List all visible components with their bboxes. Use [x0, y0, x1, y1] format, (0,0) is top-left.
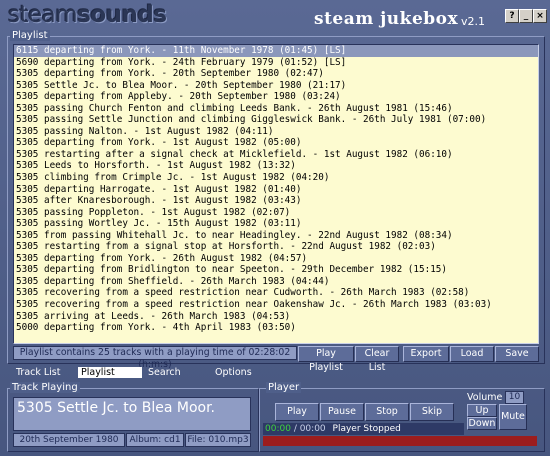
- volume-value: 10: [505, 391, 524, 404]
- load-button[interactable]: Load: [450, 346, 494, 362]
- playlist-item[interactable]: 5305 passing Wortley Jc. - 15th August 1…: [14, 218, 538, 230]
- clear-list-button[interactable]: Clear List: [355, 346, 399, 373]
- playlist-item[interactable]: 5305 departing from Appleby. - 20th Sept…: [14, 91, 538, 103]
- tab-search[interactable]: Search: [145, 367, 204, 378]
- save-button[interactable]: Save: [495, 346, 539, 362]
- time-status-bar: 00:00 / 00:00 Player Stopped: [263, 423, 464, 435]
- track-title: 5305 Settle Jc. to Blea Moor.: [17, 400, 216, 416]
- playlist-item[interactable]: 5305 arriving at Leeds. - 26th March 198…: [14, 311, 538, 323]
- time-elapsed: 00:00: [265, 424, 291, 434]
- stop-button[interactable]: Stop: [365, 403, 409, 421]
- skip-button[interactable]: Skip: [410, 403, 454, 421]
- playlist-item[interactable]: 5305 recovering from a speed restriction…: [14, 299, 538, 311]
- track-album: Album: cd1: [126, 433, 184, 447]
- playlist-item[interactable]: 5305 departing Harrogate. - 1st August 1…: [14, 184, 538, 196]
- playlist-item[interactable]: 5305 restarting after a signal check at …: [14, 149, 538, 161]
- playlist-item[interactable]: 5000 departing from York. - 4th April 19…: [14, 322, 538, 334]
- close-icon[interactable]: ×: [533, 9, 547, 23]
- volume-down-button[interactable]: Down: [467, 417, 497, 430]
- playlist-item[interactable]: 5690 departing from York. - 24th Februar…: [14, 57, 538, 69]
- minimize-icon[interactable]: _: [519, 9, 533, 23]
- playlist-item[interactable]: 5305 restarting from a signal stop at Ho…: [14, 241, 538, 253]
- playlist-item[interactable]: 5305 climbing from Crimple Jc. - 1st Aug…: [14, 172, 538, 184]
- export-button[interactable]: Export: [403, 346, 449, 362]
- track-date: 20th September 1980: [13, 433, 125, 447]
- app-title: steam jukebox: [314, 9, 459, 29]
- play-button[interactable]: Play: [275, 403, 319, 421]
- player-status: Player Stopped: [332, 424, 401, 434]
- playlist-item[interactable]: 5305 departing from York. - 1st August 1…: [14, 137, 538, 149]
- tab-options[interactable]: Options: [212, 367, 271, 378]
- track-file: File: 010.mp3: [185, 433, 251, 447]
- playlist-item[interactable]: 5305 after Knaresborough. - 1st August 1…: [14, 195, 538, 207]
- tab-playlist[interactable]: Playlist: [78, 367, 142, 378]
- playlist-item[interactable]: 5305 departing from Sheffield. - 26th Ma…: [14, 276, 538, 288]
- pause-button[interactable]: Pause: [320, 403, 364, 421]
- playlist-list[interactable]: 6115 departing from York. - 11th Novembe…: [13, 44, 539, 344]
- play-playlist-button[interactable]: Play Playlist: [298, 346, 354, 373]
- playlist-item[interactable]: 5305 Settle Jc. to Blea Moor. - 20th Sep…: [14, 80, 538, 92]
- playlist-item[interactable]: 5305 passing Poppleton. - 1st August 198…: [14, 207, 538, 219]
- playlist-item[interactable]: 5305 Leeds to Horsforth. - 1st August 19…: [14, 160, 538, 172]
- tab-track-list[interactable]: Track List: [13, 367, 74, 378]
- playlist-item[interactable]: 5305 from passing Whitehall Jc. to near …: [14, 230, 538, 242]
- track-playing-label: Track Playing: [10, 382, 80, 393]
- volume-label: Volume: [467, 392, 503, 403]
- playback-progress-bar[interactable]: [263, 436, 537, 446]
- playlist-label: Playlist: [10, 30, 50, 41]
- playlist-item[interactable]: 5305 departing from York. - 20th Septemb…: [14, 68, 538, 80]
- time-total: / 00:00: [293, 424, 326, 434]
- playlist-item[interactable]: 5305 departing from Bridlington to near …: [14, 264, 538, 276]
- playlist-item[interactable]: 6115 departing from York. - 11th Novembe…: [14, 45, 538, 57]
- playlist-item[interactable]: 5305 passing Settle Junction and climbin…: [14, 114, 538, 126]
- playlist-item[interactable]: 5305 recovering from a speed restriction…: [14, 287, 538, 299]
- help-icon[interactable]: ?: [505, 9, 519, 23]
- player-label: Player: [266, 382, 302, 393]
- app-version: v2.1: [461, 15, 486, 28]
- volume-up-button[interactable]: Up: [467, 404, 497, 417]
- jukebox-window: steamsounds steam jukebox v2.1 ? _ × Pla…: [0, 0, 550, 456]
- steamsounds-logo: steamsounds: [8, 2, 167, 28]
- mute-button[interactable]: Mute: [499, 404, 527, 430]
- track-display: 5305 Settle Jc. to Blea Moor.: [13, 397, 251, 431]
- playlist-item[interactable]: 5305 passing Nalton. - 1st August 1982 (…: [14, 126, 538, 138]
- playlist-status: Playlist contains 25 tracks with a playi…: [13, 346, 297, 370]
- playlist-item[interactable]: 5305 passing Church Fenton and climbing …: [14, 103, 538, 115]
- playlist-item[interactable]: 5305 departing from York. - 26th August …: [14, 253, 538, 265]
